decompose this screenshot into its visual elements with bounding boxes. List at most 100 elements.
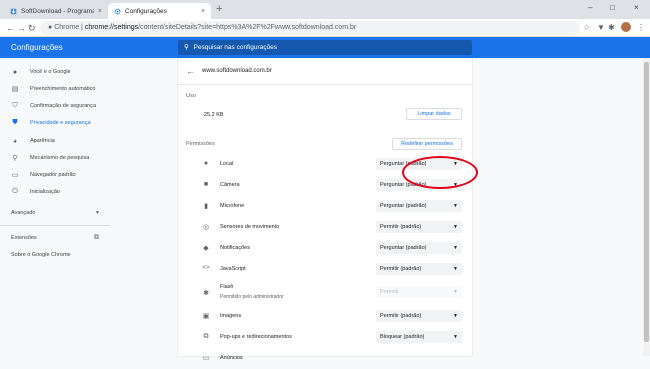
permission-label: Pop-ups e redirecionamentos xyxy=(220,334,292,340)
sidebar-item-default-browser[interactable]: ▭ Navegador padrão xyxy=(0,168,110,182)
sidebar-item-safety-check[interactable]: ⛉ Confirmação de segurança xyxy=(0,99,110,113)
settings-header: Configurações ⚲ Pesquisar nas configuraç… xyxy=(0,37,650,58)
tab-settings[interactable]: Configurações × xyxy=(108,3,211,19)
site-name: www.softdownload.com.br xyxy=(202,68,272,74)
permission-select[interactable]: Perguntar (padrão) ▼ xyxy=(376,200,462,212)
gear-icon xyxy=(114,8,121,14)
sidebar-item-label: Confirmação de segurança xyxy=(30,103,97,109)
highlight-circle xyxy=(402,156,478,189)
sidebar-item-label: Você e o Google xyxy=(30,69,71,75)
sidebar-item-label: Aparência xyxy=(30,138,55,144)
softdownload-favicon-icon xyxy=(10,8,17,14)
shield-icon: ⛉ xyxy=(12,102,18,109)
permission-sublabel: Permitido pelo administrador xyxy=(220,294,284,300)
tab-strip: SoftDownload - Programas e jogo × Config… xyxy=(0,0,650,19)
select-value: Permitir (padrão) xyxy=(380,313,422,319)
open-in-new-icon: ⧉ xyxy=(94,234,99,241)
usage-heading: Uso xyxy=(186,93,196,99)
close-window-button[interactable]: × xyxy=(634,3,639,12)
puzzle-icon[interactable]: ✱ xyxy=(608,22,615,34)
extension-filter-icon[interactable]: ▼ xyxy=(597,22,605,34)
reload-icon[interactable]: ↻ xyxy=(28,22,36,34)
permission-label: Câmera xyxy=(220,182,240,188)
permission-row-popups: ⧉ Pop-ups e redirecionamentos Bloquear (… xyxy=(178,328,472,348)
permission-label: JavaScript xyxy=(220,266,246,272)
search-icon: ⚲ xyxy=(12,155,18,162)
sidebar-item-appearance[interactable]: ◕ Aparência xyxy=(0,134,110,148)
dropdown-arrow-icon: ▼ xyxy=(453,203,458,209)
advanced-label: Avançado xyxy=(11,210,36,216)
address-host: chrome://settings xyxy=(84,24,139,31)
browser-toolbar: ← → ↻ ● Chrome | chrome://settings/conte… xyxy=(0,19,650,37)
sidebar-item-label: Navegador padrão xyxy=(30,172,76,178)
avatar[interactable] xyxy=(621,22,631,32)
sidebar-item-privacy[interactable]: ⛊ Privacidade e segurança xyxy=(0,116,110,130)
browser-window-icon: ▭ xyxy=(11,172,19,179)
permission-row-motion-sensors: ◎ Sensores de movimento Permitir (padrão… xyxy=(178,218,472,238)
permission-select[interactable]: Bloquear (padrão) ▼ xyxy=(376,331,462,343)
sidebar: ● Você e o Google ▤ Preenchimento automá… xyxy=(0,58,110,356)
dropdown-arrow-icon: ▼ xyxy=(453,245,458,251)
new-tab-button[interactable]: + xyxy=(216,3,222,15)
permission-select[interactable]: Permitir (padrão) ▼ xyxy=(376,263,462,275)
permission-select[interactable]: Permitir (padrão) ▼ xyxy=(376,221,462,233)
address-bar[interactable]: ● Chrome | chrome://settings/content/sit… xyxy=(40,21,580,35)
permission-select[interactable]: Perguntar (padrão) ▼ xyxy=(376,242,462,254)
permission-row-microphone: ▮ Microfone Perguntar (padrão) ▼ xyxy=(178,197,472,217)
extensions-label: Extensões xyxy=(11,235,37,241)
select-value: Perguntar (padrão) xyxy=(380,245,427,251)
image-icon: ▣ xyxy=(202,313,210,320)
forward-arrow-icon[interactable]: → xyxy=(17,22,26,34)
maximize-button[interactable]: □ xyxy=(610,3,615,12)
scrollbar-thumb[interactable] xyxy=(644,62,649,342)
permission-row-ads: ▭ Anúncios xyxy=(178,349,472,369)
select-value: Permitir xyxy=(380,289,399,295)
divider xyxy=(0,225,110,226)
sidebar-item-you-and-google[interactable]: ● Você e o Google xyxy=(0,65,110,79)
sidebar-item-startup[interactable]: ⏻ Inicialização xyxy=(0,185,110,199)
search-input[interactable]: ⚲ Pesquisar nas configurações xyxy=(178,40,472,55)
microphone-icon: ▮ xyxy=(204,203,208,210)
select-value: Permitir (padrão) xyxy=(380,224,422,230)
reset-permissions-button[interactable]: Redefinir permissões xyxy=(392,138,462,150)
sidebar-item-about[interactable]: Sobre o Google Chrome xyxy=(0,248,110,262)
sidebar-item-label: Mecanismo de pesquisa xyxy=(30,155,90,161)
bell-icon: ◆ xyxy=(203,245,209,252)
permission-label: Notificações xyxy=(220,245,250,251)
advanced-toggle[interactable]: Avançado ▼ xyxy=(0,206,110,220)
scrollbar[interactable] xyxy=(643,58,650,356)
permission-row-notifications: ◆ Notificações Perguntar (padrão) ▼ xyxy=(178,239,472,259)
sidebar-item-extensions[interactable]: Extensões ⧉ xyxy=(0,231,110,245)
puzzle-icon: ✱ xyxy=(203,290,209,297)
ads-icon: ▭ xyxy=(202,355,210,362)
minimize-button[interactable]: – xyxy=(588,3,592,12)
popup-icon: ⧉ xyxy=(203,333,209,340)
tab-softdownload[interactable]: SoftDownload - Programas e jogo × xyxy=(4,3,108,19)
usage-value: 25,2 KB xyxy=(204,112,224,118)
sidebar-item-autofill[interactable]: ▤ Preenchimento automático xyxy=(0,82,110,96)
about-label: Sobre o Google Chrome xyxy=(11,252,71,258)
dropdown-arrow-icon: ▼ xyxy=(453,334,458,340)
sidebar-item-label: Preenchimento automático xyxy=(30,86,96,92)
permission-select-disabled: Permitir ▼ xyxy=(376,286,462,298)
menu-icon[interactable]: ⋮ xyxy=(637,22,645,34)
search-icon: ⚲ xyxy=(184,44,189,51)
permission-select[interactable]: Permitir (padrão) ▼ xyxy=(376,310,462,322)
back-arrow-icon[interactable]: ← xyxy=(6,22,15,34)
star-icon[interactable]: ☆ xyxy=(583,22,590,34)
sidebar-item-label: Inicialização xyxy=(30,189,60,195)
sidebar-item-search-engine[interactable]: ⚲ Mecanismo de pesquisa xyxy=(0,151,110,165)
close-tab-icon[interactable]: × xyxy=(98,8,102,15)
person-icon: ● xyxy=(12,68,18,76)
close-tab-icon[interactable]: × xyxy=(201,8,205,15)
divider xyxy=(178,84,472,85)
select-value: Permitir (padrão) xyxy=(380,266,422,272)
tab-title: SoftDownload - Programas e jogo xyxy=(21,7,94,15)
clear-data-button[interactable]: Limpar dados xyxy=(406,108,462,120)
clipboard-icon: ▤ xyxy=(11,86,19,93)
back-arrow-icon[interactable]: ← xyxy=(186,66,195,76)
sensors-icon: ◎ xyxy=(202,224,210,231)
tab-title: Configurações xyxy=(125,7,167,15)
code-icon: <> xyxy=(202,265,210,271)
chevron-down-icon: ▼ xyxy=(95,210,100,216)
